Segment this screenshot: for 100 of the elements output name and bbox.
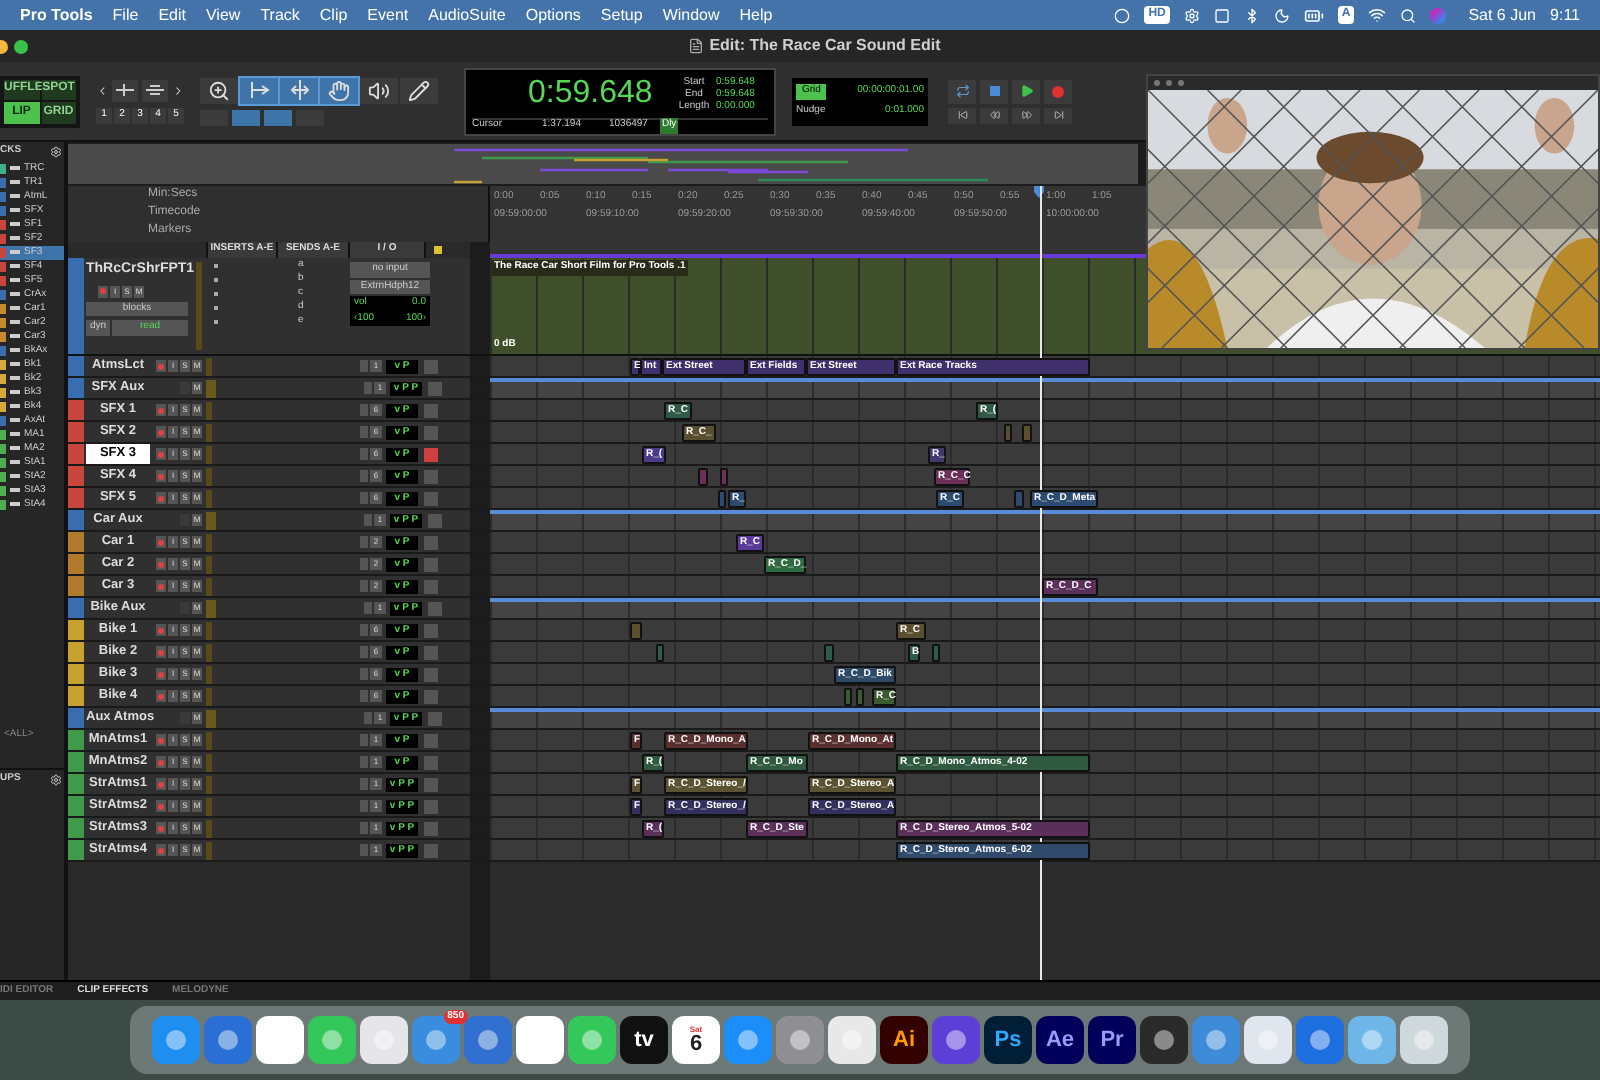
app-store-icon[interactable] [724, 1016, 772, 1064]
q-app-icon[interactable] [1296, 1016, 1344, 1064]
record-button[interactable] [1044, 79, 1072, 103]
settings-app-icon[interactable] [776, 1016, 824, 1064]
track-lane[interactable] [490, 598, 1600, 618]
edit-tool-button[interactable] [400, 77, 438, 103]
browser-app-icon[interactable] [256, 1016, 304, 1064]
video-camera-app-icon[interactable] [568, 1016, 616, 1064]
menu-item[interactable]: Edit [158, 3, 186, 27]
search-icon[interactable] [1400, 7, 1417, 23]
play-button[interactable] [1012, 79, 1040, 103]
audio-clip[interactable] [856, 688, 864, 706]
edit-toggle-button[interactable] [264, 109, 292, 125]
clock-time[interactable]: 9:11 [1550, 3, 1580, 27]
stop-button[interactable] [980, 79, 1008, 103]
tv-app-icon[interactable]: tv [620, 1016, 668, 1064]
audio-clip[interactable] [698, 468, 708, 486]
menu-item[interactable]: Options [525, 3, 581, 27]
gear-icon[interactable] [1183, 7, 1200, 23]
rewind-button[interactable] [980, 107, 1008, 123]
selector-tool-icon [287, 80, 311, 100]
menu-item[interactable]: Track [260, 3, 300, 27]
document-icon [687, 38, 704, 54]
edit-toggle-button[interactable] [296, 109, 324, 125]
audio-clip[interactable] [630, 622, 642, 640]
store-app-icon[interactable] [464, 1016, 512, 1064]
loop-button[interactable] [948, 79, 976, 103]
go-to-end-button[interactable] [1044, 107, 1072, 123]
folder-icon[interactable] [1348, 1016, 1396, 1064]
audio-clip[interactable] [1004, 424, 1012, 442]
record-icon [158, 627, 164, 633]
menu-item[interactable]: Help [739, 3, 773, 27]
record-icon [158, 561, 164, 567]
audio-clip[interactable] [932, 644, 940, 662]
grid-app-icon[interactable] [360, 1016, 408, 1064]
app-menu[interactable]: Pro Tools [20, 3, 93, 27]
menu-item[interactable]: Clip [319, 3, 348, 27]
chat-app-icon[interactable] [308, 1016, 356, 1064]
record-enable-button[interactable] [98, 285, 108, 297]
siri-icon[interactable] [1430, 7, 1447, 23]
record-icon [158, 759, 164, 765]
audio-clip[interactable] [720, 468, 728, 486]
record-icon [158, 737, 164, 743]
photoshop-app-icon[interactable]: Ps [984, 1016, 1032, 1064]
zoom-button[interactable] [14, 39, 28, 53]
edit-tool-button[interactable] [360, 77, 398, 103]
edit-toggle-button[interactable] [232, 109, 260, 125]
illustrator-app-icon[interactable]: Ai [880, 1016, 928, 1064]
zoom-tool-icon [208, 79, 230, 101]
swirl-app-icon[interactable] [204, 1016, 252, 1064]
fast-forward-button[interactable] [1012, 107, 1040, 123]
record-enable-button[interactable] [156, 360, 166, 372]
after-effects-app-icon[interactable]: Ae [1036, 1016, 1084, 1064]
audio-app-icon[interactable] [932, 1016, 980, 1064]
main-counter[interactable]: 0:59.648 [528, 69, 672, 117]
blender-app-icon[interactable] [828, 1016, 876, 1064]
audio-clip[interactable] [1022, 424, 1032, 442]
skip-forward-icon [1053, 110, 1063, 120]
premiere-app-icon[interactable]: Pr [1088, 1016, 1136, 1064]
bluetooth-icon[interactable] [1243, 7, 1260, 23]
display-icon[interactable] [1213, 7, 1230, 23]
audio-clip[interactable] [656, 644, 664, 662]
skip-back-icon [957, 110, 967, 120]
audio-clip[interactable] [844, 688, 852, 706]
wifi-icon[interactable] [1368, 6, 1387, 24]
settings-icon[interactable] [50, 146, 62, 158]
menu-item[interactable]: AudioSuite [428, 3, 506, 27]
expand-button[interactable] [142, 79, 168, 101]
shrink-button[interactable] [112, 79, 138, 101]
menu-item[interactable]: Window [662, 3, 720, 27]
moon-icon[interactable] [1273, 7, 1290, 23]
gear-app-icon[interactable] [1244, 1016, 1292, 1064]
disk-app-icon[interactable] [1192, 1016, 1240, 1064]
battery-icon[interactable] [1303, 5, 1324, 25]
audio-clip[interactable] [718, 490, 726, 508]
edit-tool-button[interactable] [200, 77, 238, 103]
settings-icon[interactable] [50, 773, 62, 785]
nudge-right-icon[interactable] [171, 83, 184, 97]
play-icon [1019, 84, 1033, 98]
record-icon [158, 803, 164, 809]
menu-item[interactable]: File [112, 3, 139, 27]
menu-item[interactable]: Setup [600, 3, 643, 27]
flower-app-icon[interactable] [516, 1016, 564, 1064]
hand-tool-icon [328, 79, 350, 101]
compass-app-icon[interactable] [152, 1016, 200, 1064]
color-app-icon[interactable] [1140, 1016, 1188, 1064]
audio-clip[interactable] [824, 644, 834, 662]
status-icon[interactable] [1114, 7, 1131, 23]
nudge-left-icon[interactable] [96, 83, 109, 97]
track-lane[interactable] [490, 510, 1600, 530]
menu-item[interactable]: View [205, 3, 241, 27]
audio-clip[interactable] [1014, 490, 1024, 508]
trim-tool-icon [247, 80, 271, 100]
clock-date[interactable]: Sat 6 Jun [1468, 3, 1537, 27]
return-to-zero-button[interactable] [948, 107, 976, 123]
track-lane[interactable] [490, 378, 1600, 398]
trash-icon[interactable] [1400, 1016, 1448, 1064]
zoom-out-icon [116, 84, 135, 96]
menu-item[interactable]: Event [367, 3, 409, 27]
track-lane[interactable] [490, 708, 1600, 728]
